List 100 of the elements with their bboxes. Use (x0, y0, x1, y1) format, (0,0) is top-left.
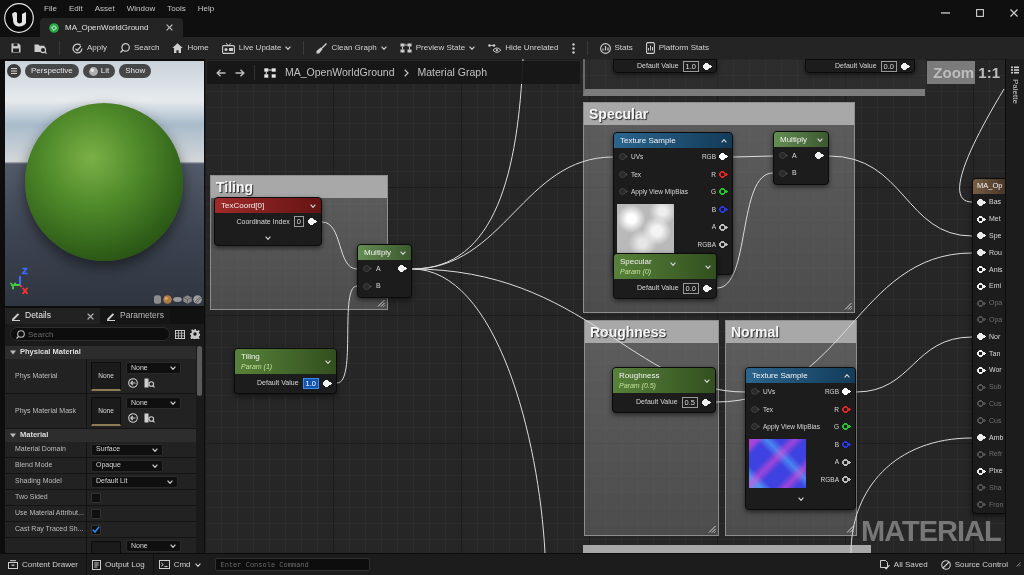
input-pin-icon[interactable] (363, 265, 372, 273)
checkbox[interactable] (91, 524, 101, 535)
input-pin-icon[interactable] (751, 423, 760, 431)
back-arrow-icon[interactable] (216, 68, 226, 77)
input-pin-icon[interactable] (619, 153, 628, 161)
input-pin-icon[interactable] (619, 188, 628, 196)
output-pin-icon[interactable] (398, 265, 407, 273)
output-pin-icon[interactable] (842, 423, 851, 431)
menu-item[interactable]: Help (191, 1, 221, 17)
input-pin-icon[interactable] (977, 282, 986, 290)
chevron-up-icon[interactable] (721, 138, 727, 143)
input-pin-icon[interactable] (751, 405, 760, 413)
arrow-circle-icon[interactable] (128, 378, 138, 388)
output-pin-icon[interactable] (308, 218, 317, 226)
menu-item[interactable]: Asset (88, 1, 121, 17)
input-pin-icon[interactable] (363, 282, 372, 290)
close-icon[interactable] (87, 312, 94, 320)
arrow-circle-icon[interactable] (128, 413, 138, 423)
status-button[interactable]: All Saved (874, 554, 936, 575)
app-logo-icon[interactable] (4, 3, 34, 33)
output-pin-icon[interactable] (702, 399, 711, 406)
minimize-icon[interactable] (941, 11, 950, 14)
graph-canvas[interactable] (205, 59, 1005, 553)
cube-icon[interactable] (183, 295, 192, 304)
viewport-button[interactable]: Show (119, 64, 152, 78)
status-button[interactable]: Cmd (153, 554, 209, 575)
toolbar-button[interactable]: Preview State (399, 40, 476, 56)
output-pin-icon[interactable] (842, 388, 851, 396)
output-pin-icon[interactable] (815, 152, 824, 160)
viewport-button[interactable]: Lit (82, 64, 116, 78)
input-pin-icon[interactable] (779, 169, 788, 177)
chevron-down-icon[interactable] (265, 235, 271, 240)
viewport-button[interactable]: Perspective (25, 64, 79, 78)
input-pin-icon[interactable] (977, 215, 986, 223)
breadcrumb-link[interactable]: MA_OpenWorldGround (285, 66, 395, 79)
chevron-down-icon[interactable] (325, 359, 331, 364)
input-pin-icon[interactable] (977, 333, 986, 341)
chevron-down-icon[interactable] (310, 203, 316, 208)
input-pin-icon[interactable] (619, 170, 628, 178)
close-icon[interactable] (1010, 8, 1018, 17)
chevron-down-icon[interactable] (797, 496, 804, 501)
input-pin-icon[interactable] (779, 152, 788, 160)
input-pin-icon[interactable] (977, 350, 986, 358)
output-pin-icon[interactable] (719, 153, 728, 161)
plane-icon[interactable] (173, 295, 182, 304)
table-icon[interactable] (175, 329, 185, 339)
input-pin-icon[interactable] (977, 198, 986, 206)
status-button[interactable]: Source Control (935, 554, 1016, 575)
menu-item[interactable]: Tools (161, 1, 192, 17)
toolbar-button[interactable]: Home (172, 40, 209, 56)
sphere-icon[interactable] (163, 295, 172, 304)
output-pin-icon[interactable] (703, 285, 712, 292)
chevron-down-icon[interactable] (704, 378, 710, 383)
status-button[interactable]: Output Log (87, 554, 154, 575)
input-pin-icon[interactable] (751, 388, 760, 396)
forward-arrow-icon[interactable] (235, 68, 245, 77)
scrollbar-thumb[interactable] (197, 346, 202, 396)
input-pin-icon[interactable] (977, 249, 986, 257)
striped-sphere-icon[interactable] (193, 295, 202, 304)
settings-icon[interactable] (190, 329, 200, 339)
close-icon[interactable] (166, 24, 174, 31)
panel-tab[interactable]: Parameters (100, 308, 170, 324)
palette-tab[interactable]: Palette (1010, 79, 1020, 104)
output-pin-icon[interactable] (719, 241, 728, 249)
toolbar-button[interactable]: Live Update (221, 40, 292, 56)
menu-icon[interactable] (7, 64, 21, 78)
search-field[interactable]: Search (10, 327, 170, 341)
chevron-down-icon[interactable] (817, 137, 823, 142)
input-pin-icon[interactable] (977, 232, 986, 240)
toolbar-button[interactable]: Search (120, 40, 160, 56)
output-pin-icon[interactable] (901, 62, 910, 70)
output-pin-icon[interactable] (323, 380, 332, 387)
status-button[interactable]: Content Drawer (3, 554, 88, 575)
menu-item[interactable]: File (38, 1, 63, 17)
input-pin-icon[interactable] (977, 467, 986, 475)
document-tab[interactable]: MA_OpenWorldGround (40, 18, 184, 37)
output-pin-icon[interactable] (719, 223, 728, 231)
resize-grip-icon[interactable] (1016, 562, 1021, 567)
panel-tab[interactable]: Details (5, 308, 100, 324)
toolbar-button[interactable]: Platform Stats (645, 40, 709, 56)
input-pin-icon[interactable] (977, 434, 986, 442)
checkbox[interactable] (91, 508, 101, 519)
maximize-icon[interactable] (976, 8, 984, 17)
list-icon[interactable] (1011, 66, 1019, 74)
chevron-down-icon[interactable] (400, 250, 406, 255)
menu-item[interactable]: Window (120, 1, 162, 17)
output-pin-icon[interactable] (719, 188, 728, 196)
menu-item[interactable]: Edit (62, 1, 89, 17)
input-pin-icon[interactable] (977, 266, 986, 274)
folder-search-icon[interactable] (144, 413, 155, 423)
output-pin-icon[interactable] (842, 458, 851, 466)
folder-search-icon[interactable] (144, 378, 155, 388)
toolbar-button[interactable]: Hide Unrelated (488, 40, 559, 56)
toolbar-button[interactable]: Apply (72, 40, 107, 56)
more-options-button[interactable] (571, 40, 575, 56)
checkbox[interactable] (91, 492, 101, 503)
toolbar-button[interactable]: Clean Graph (316, 40, 387, 56)
output-pin-icon[interactable] (703, 62, 712, 70)
chevron-down-icon[interactable] (705, 264, 711, 269)
cylinder-icon[interactable] (153, 295, 162, 304)
